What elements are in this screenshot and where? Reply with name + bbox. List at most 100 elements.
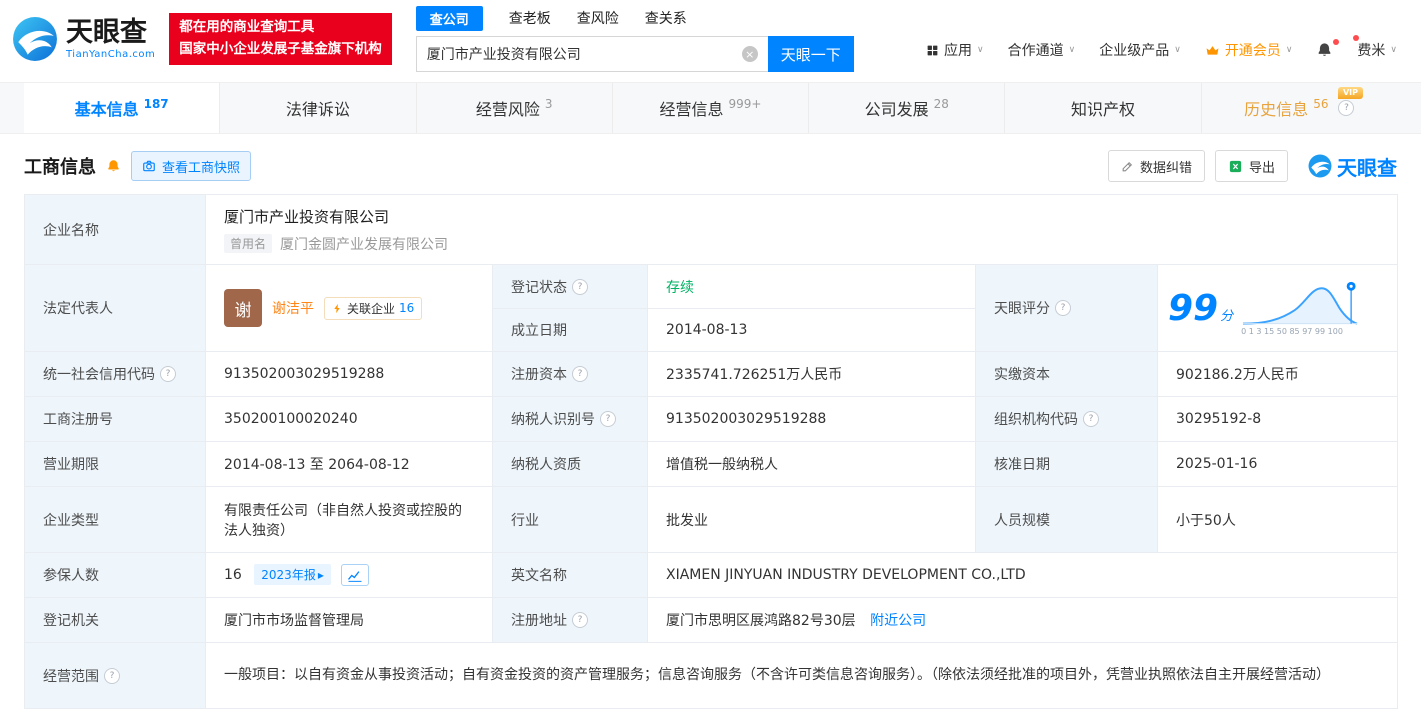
help-icon[interactable]: ? bbox=[1083, 411, 1099, 427]
label-text: 成立日期 bbox=[511, 323, 567, 339]
top-header: 天眼查 TianYanCha.com 都在用的商业查询工具 国家中小企业发展子基… bbox=[0, 0, 1421, 74]
nearby-companies-link[interactable]: 附近公司 bbox=[870, 613, 926, 629]
field-label: 成立日期 bbox=[492, 308, 648, 352]
value-text: 厦门市市场监督管理局 bbox=[224, 613, 364, 629]
nav-enterprise-products[interactable]: 企业级产品 ∨ bbox=[1099, 40, 1181, 60]
tab-operating-info[interactable]: 经营信息 999+ bbox=[611, 83, 808, 133]
nav-enterprise-label: 企业级产品 bbox=[1099, 43, 1170, 59]
field-label: 企业类型 bbox=[24, 486, 206, 553]
nav-cooperation[interactable]: 合作通道 ∨ bbox=[1008, 40, 1076, 60]
field-value: 902186.2万人民币 bbox=[1157, 351, 1398, 397]
tab-label: 经营信息 bbox=[659, 100, 724, 119]
field-value: 2025-01-16 bbox=[1157, 441, 1398, 487]
help-icon[interactable]: ? bbox=[600, 411, 616, 427]
label-text: 登记机关 bbox=[43, 613, 99, 629]
table-row: 登记机关 厦门市市场监督管理局 注册地址? 厦门市思明区展鸿路82号30层 附近… bbox=[24, 597, 1398, 643]
former-name-row: 曾用名 厦门金圆产业发展有限公司 bbox=[224, 234, 1379, 254]
view-snapshot-button[interactable]: 查看工商快照 bbox=[131, 151, 252, 181]
table-row: 工商注册号 350200100020240 纳税人识别号? 9135020030… bbox=[24, 396, 1398, 442]
field-label: 纳税人资质 bbox=[492, 441, 648, 487]
section-tools: 数据纠错 导出 天眼查 bbox=[1107, 150, 1397, 182]
tab-intellectual-property[interactable]: 知识产权 bbox=[1004, 83, 1200, 133]
field-label: 注册地址? bbox=[492, 597, 648, 643]
label-text: 行业 bbox=[511, 512, 539, 529]
notification-dot bbox=[1333, 38, 1340, 45]
annual-report-badge[interactable]: 2023年报 ▸ bbox=[254, 564, 331, 585]
tab-legal[interactable]: 法律诉讼 bbox=[219, 83, 415, 133]
tab-count: 3 bbox=[544, 97, 553, 111]
clear-search-icon[interactable]: × bbox=[741, 46, 758, 62]
tab-label: 历史信息 bbox=[1244, 100, 1309, 119]
former-name-tag: 曾用名 bbox=[224, 234, 273, 253]
chevron-down-icon: ∨ bbox=[1285, 45, 1293, 55]
chevron-down-icon: ∨ bbox=[1068, 45, 1076, 55]
search-input[interactable] bbox=[415, 36, 768, 72]
nav-open-vip[interactable]: 开通会员 ∨ bbox=[1205, 40, 1293, 60]
business-info-table: 企业名称 厦门市产业投资有限公司 曾用名 厦门金圆产业发展有限公司 法定代表人 … bbox=[24, 194, 1398, 709]
help-icon[interactable]: ? bbox=[1338, 100, 1355, 116]
related-companies-badge[interactable]: 关联企业 16 bbox=[324, 296, 423, 320]
help-icon[interactable]: ? bbox=[104, 667, 120, 684]
value-text: 2014-08-13 bbox=[666, 322, 748, 338]
promo-banner: 都在用的商业查询工具 国家中小企业发展子基金旗下机构 bbox=[169, 13, 392, 65]
search-button[interactable]: 天眼一下 bbox=[767, 36, 854, 72]
edit-icon bbox=[1122, 161, 1133, 171]
value-text: 30295192-8 bbox=[1176, 411, 1262, 427]
tab-count: 999+ bbox=[728, 97, 762, 111]
table-row: 营业期限 2014-08-13 至 2064-08-12 纳税人资质 增值税一般… bbox=[24, 441, 1398, 487]
help-icon[interactable]: ? bbox=[160, 366, 176, 382]
table-row: 经营范围? 一般项目：以自有资金从事投资活动；自有资金投资的资产管理服务；信息咨… bbox=[24, 642, 1398, 709]
label-text: 登记状态 bbox=[511, 279, 567, 296]
legal-rep-cell: 谢 谢洁平 关联企业 16 bbox=[205, 264, 493, 352]
field-value: 厦门市市场监督管理局 bbox=[205, 597, 493, 643]
trend-chart-icon bbox=[348, 570, 362, 582]
value-text: 2335741.726251万人民币 bbox=[666, 367, 843, 383]
nav-apps[interactable]: 应用 ∨ bbox=[926, 40, 984, 60]
search-tab-risk[interactable]: 查风险 bbox=[577, 8, 619, 28]
field-value: 2335741.726251万人民币 bbox=[647, 351, 976, 397]
help-icon[interactable]: ? bbox=[572, 366, 588, 382]
help-icon[interactable]: ? bbox=[572, 612, 588, 628]
field-value: 2014-08-13 bbox=[647, 308, 976, 352]
nav-user-account[interactable]: 费米 ∨ bbox=[1353, 35, 1397, 60]
field-value: 小于50人 bbox=[1157, 486, 1398, 553]
label-text: 天眼评分 bbox=[994, 301, 1050, 317]
field-label: 天眼评分? bbox=[975, 264, 1158, 352]
company-name-cell: 厦门市产业投资有限公司 曾用名 厦门金圆产业发展有限公司 bbox=[205, 194, 1398, 265]
field-label: 企业名称 bbox=[24, 194, 206, 265]
snapshot-button-label: 查看工商快照 bbox=[162, 160, 241, 176]
tab-label: 基本信息 bbox=[74, 100, 139, 119]
tab-basic-info[interactable]: 基本信息 187 bbox=[24, 83, 220, 133]
vip-badge: VIP bbox=[1337, 87, 1363, 99]
tab-company-development[interactable]: 公司发展 28 bbox=[808, 83, 1004, 133]
trend-chart-button[interactable] bbox=[341, 564, 370, 586]
help-icon[interactable]: ? bbox=[1055, 300, 1071, 316]
chevron-down-icon: ∨ bbox=[1390, 45, 1397, 55]
arrow-right-icon: ▸ bbox=[317, 567, 324, 582]
tab-operating-risk[interactable]: 经营风险 3 bbox=[415, 83, 612, 133]
business-info-header: 工商信息 查看工商快照 数据纠错 导出 天眼查 bbox=[24, 150, 1397, 182]
tianyan-score-cell[interactable]: 99 分 0 1 3 15 50 85 97 99 100 bbox=[1157, 264, 1398, 352]
table-row: 统一社会信用代码? 913502003029519288 注册资本? 23357… bbox=[24, 351, 1398, 397]
legal-rep-link[interactable]: 谢洁平 bbox=[272, 298, 314, 318]
promo-line1: 都在用的商业查询工具 bbox=[179, 19, 315, 36]
tab-history-info[interactable]: VIP 历史信息 56 ? bbox=[1200, 83, 1397, 133]
alert-bell-icon[interactable] bbox=[106, 159, 121, 174]
label-text: 经营范围 bbox=[43, 668, 99, 685]
data-correction-button[interactable]: 数据纠错 bbox=[1107, 150, 1205, 182]
label-text: 法定代表人 bbox=[43, 301, 113, 317]
export-button[interactable]: 导出 bbox=[1214, 150, 1288, 182]
field-label: 人员规模 bbox=[975, 486, 1158, 553]
value-text: 2025-01-16 bbox=[1176, 456, 1258, 472]
search-tab-relation[interactable]: 查关系 bbox=[645, 8, 687, 28]
notification-bell[interactable] bbox=[1316, 38, 1340, 59]
tianyancha-logo[interactable]: 天眼查 TianYanCha.com bbox=[12, 16, 155, 62]
search-tab-boss[interactable]: 查老板 bbox=[509, 8, 551, 28]
help-icon[interactable]: ? bbox=[572, 278, 588, 295]
field-label: 注册资本? bbox=[492, 351, 648, 397]
avatar[interactable]: 谢 bbox=[224, 289, 262, 327]
field-value: 2014-08-13 至 2064-08-12 bbox=[205, 441, 493, 487]
search-tab-company[interactable]: 查公司 bbox=[415, 5, 483, 31]
tab-label: 经营风险 bbox=[475, 100, 540, 119]
address-text: 厦门市思明区展鸿路82号30层 bbox=[666, 613, 856, 629]
